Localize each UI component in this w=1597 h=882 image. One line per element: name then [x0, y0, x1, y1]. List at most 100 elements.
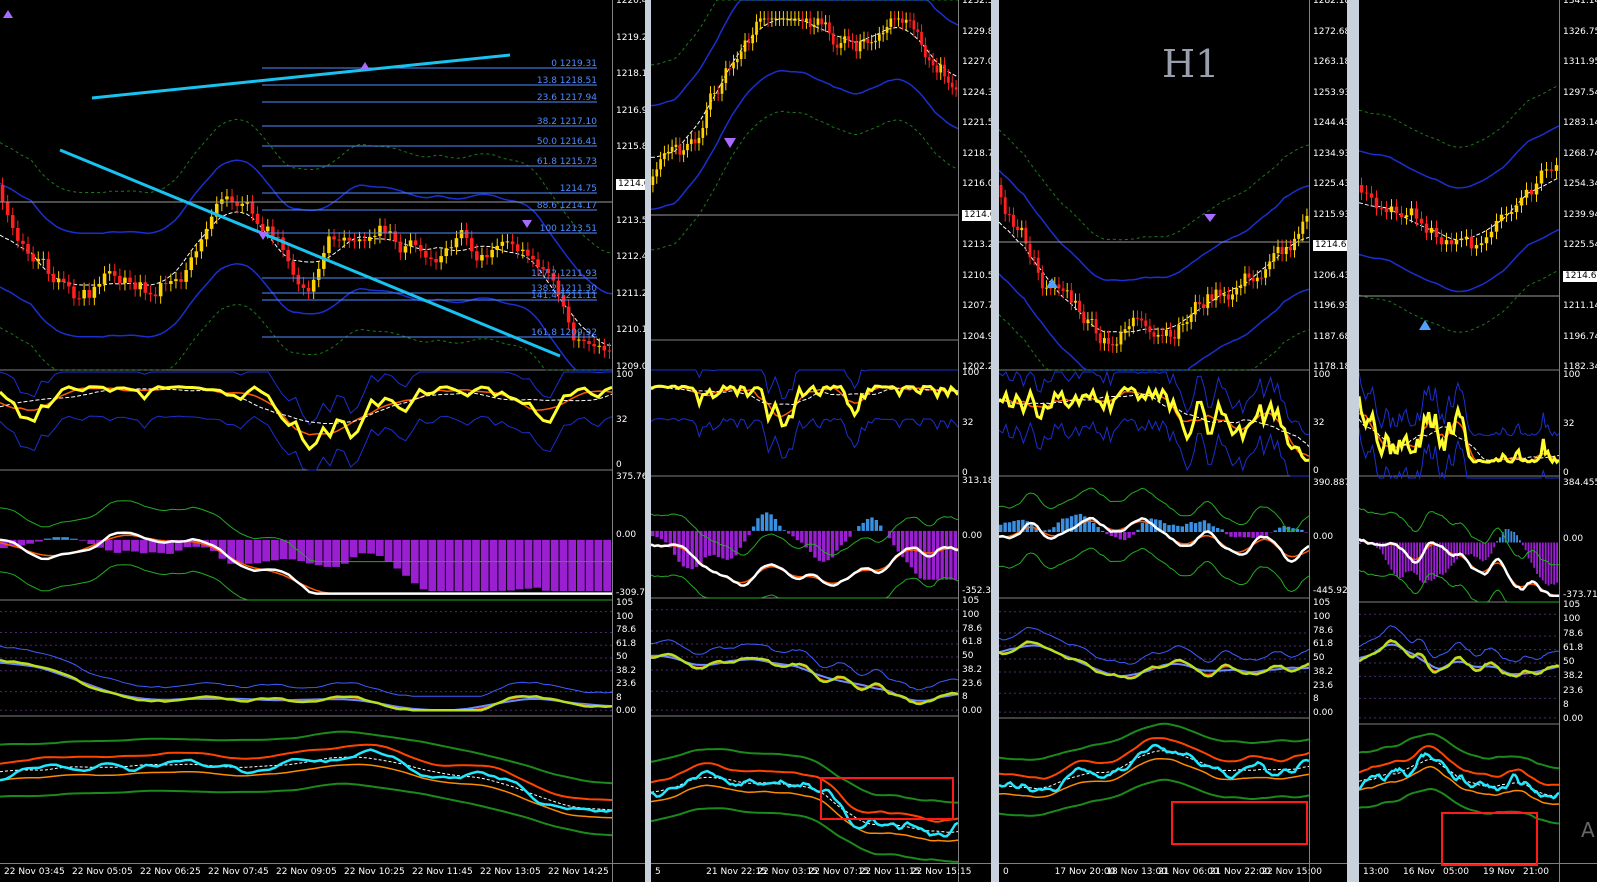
chart2-price-axis[interactable]: 1232.55 1229.80 1227.05 1224.30 1221.55 1218.… — [958, 0, 991, 882]
window-separator-3[interactable] — [1347, 0, 1359, 882]
chart1-price-axis[interactable]: 1220.40 1219.25 1218.10 1216.95 1215.85 1214.… — [612, 0, 645, 882]
c4-current-price-tag: 1214.64 — [1563, 270, 1597, 282]
macd-histogram-bar — [1493, 542, 1496, 548]
macd-histogram-bar — [1556, 542, 1558, 583]
macd-histogram-bar — [944, 530, 949, 580]
candle — [1012, 214, 1015, 227]
macd-histogram-bar — [1131, 532, 1136, 535]
c4-tick: 1211.14 — [1563, 301, 1597, 311]
c1-tick: 1218.10 — [616, 69, 645, 80]
timeframe-label: H1 — [1162, 42, 1220, 86]
moving-average — [0, 211, 612, 346]
macd-histogram-bar — [1521, 542, 1524, 546]
fib-level-label: 100 1213.51 — [540, 224, 597, 234]
macd-histogram-bar — [1484, 542, 1487, 561]
candle — [1032, 257, 1036, 259]
candle — [1519, 197, 1524, 206]
macd-histogram-bar — [139, 539, 148, 554]
candle — [927, 57, 931, 61]
candle — [1469, 236, 1474, 249]
macd-histogram-bar — [1456, 542, 1458, 560]
time-label: 22 Nov 03:45 — [4, 867, 65, 877]
rsi-signal — [0, 386, 612, 436]
c2-tick: 1210.50 — [962, 270, 991, 281]
chart1-time-axis[interactable]: 22 Nov 03:45 22 Nov 05:05 22 Nov 06:25 22 N… — [0, 863, 645, 882]
macd-band-lower — [999, 547, 1309, 593]
macd-histogram-bar — [1541, 542, 1544, 581]
rsi-band-lower — [999, 418, 1309, 477]
c1-tick: 1220.40 — [616, 0, 645, 6]
chart4-plot[interactable] — [1359, 0, 1559, 864]
candle — [21, 240, 25, 244]
candle — [1127, 326, 1131, 330]
candle — [143, 282, 148, 293]
candle — [743, 40, 747, 52]
c4-tick: 1283.14 — [1563, 118, 1597, 128]
chart3-time-axis[interactable]: 0 17 Nov 20:00 18 Nov 13:00 21 Nov 06:00 21 … — [999, 863, 1347, 882]
macd-histogram-bar — [1264, 532, 1269, 536]
c4-tick: 1239.94 — [1563, 209, 1597, 220]
c1-rsi-tick: 32 — [616, 415, 628, 425]
macd-histogram-bar — [1136, 529, 1140, 532]
candle — [505, 241, 510, 243]
macd-histogram-bar — [857, 526, 861, 531]
chart-window-2[interactable]: 1232.55 1229.80 1227.05 1224.30 1221.55 1218.… — [651, 0, 991, 882]
window-separator-2[interactable] — [991, 0, 999, 882]
candle — [531, 255, 535, 260]
macd-histogram-bar — [1229, 532, 1233, 537]
macd-histogram-bar — [769, 514, 773, 531]
candle — [762, 18, 766, 20]
candle — [1499, 214, 1504, 221]
candle — [46, 258, 51, 274]
chart3-price-axis[interactable]: 1282.18 1272.68 1263.18 1253.93 1244.43 1234.… — [1309, 0, 1347, 882]
candle — [163, 283, 168, 285]
chart1-plot[interactable]: 0 1219.31 13.8 1218.51 23.6 1217.94 38.2 12… — [0, 0, 612, 864]
c1-tick: 1219.25 — [616, 32, 645, 43]
c2-rsi-tick: 32 — [962, 418, 974, 428]
chart4-price-axis[interactable]: 1341.14 1326.75 1311.95 1297.54 1283.14 1268.… — [1559, 0, 1597, 882]
chart2-time-axis[interactable]: 5 21 Nov 22:15 22 Nov 03:15 22 Nov 07:15 22 … — [651, 863, 991, 882]
candle — [204, 228, 209, 240]
candle — [1173, 336, 1177, 339]
candle — [854, 42, 858, 52]
macd-histogram-bar — [1198, 521, 1202, 532]
candle — [357, 239, 362, 242]
macd-histogram-bar — [524, 539, 533, 589]
candle — [439, 256, 443, 263]
macd-histogram-bar — [1436, 542, 1438, 578]
candle — [174, 279, 178, 282]
time-label: 16 Nov — [1403, 867, 1435, 877]
macd-histogram-bar — [358, 539, 367, 554]
candle — [1364, 192, 1369, 194]
macd-histogram-bar — [122, 539, 131, 551]
candle — [1115, 344, 1119, 346]
candle — [1057, 284, 1061, 289]
stoch-line — [651, 652, 958, 706]
chart-window-4[interactable]: 1341.14 1326.75 1311.95 1297.54 1283.14 1268.… — [1359, 0, 1597, 882]
candle — [831, 33, 835, 45]
macd-histogram-bar — [1180, 526, 1184, 532]
chart2-plot[interactable] — [651, 0, 958, 864]
candle — [1419, 218, 1424, 224]
macd-histogram-bar — [786, 530, 791, 534]
c1-stoch-tick: 61.8 — [616, 638, 637, 649]
candle — [1069, 290, 1073, 303]
candle — [782, 18, 785, 20]
candle — [1152, 332, 1156, 337]
fractal-arrow-icon — [360, 62, 370, 70]
candle — [92, 286, 97, 298]
candle — [851, 40, 854, 43]
chart-window-1[interactable]: 0 1219.31 13.8 1218.51 23.6 1217.94 38.2 12… — [0, 0, 645, 882]
candle — [1409, 208, 1414, 216]
candle — [1389, 206, 1394, 213]
candle — [1193, 302, 1197, 315]
candle — [1284, 247, 1288, 255]
macd-histogram-bar — [672, 530, 677, 555]
chart-window-3[interactable]: 1282.18 1272.68 1263.18 1253.93 1244.43 1234.… — [999, 0, 1347, 882]
macd-histogram-bar — [703, 530, 708, 558]
macd-histogram-bar — [340, 539, 349, 564]
c2-stoch-tick: 100 — [962, 609, 980, 620]
candle — [1264, 269, 1268, 278]
chart3-plot[interactable] — [999, 0, 1309, 864]
macd-histogram-bar — [52, 537, 61, 540]
